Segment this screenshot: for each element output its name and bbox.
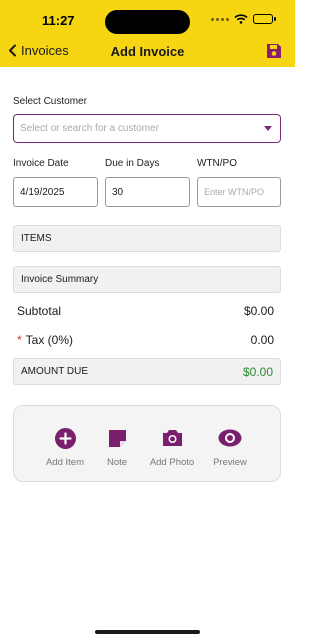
note-icon	[108, 429, 126, 447]
amount-due-value: $0.00	[242, 364, 273, 379]
plus-circle-icon	[54, 427, 76, 449]
tax-row-label: * Tax (0%)	[17, 333, 73, 347]
required-asterisk: *	[17, 333, 22, 347]
action-panel: Add Item Note Add Photo Preview	[13, 405, 281, 482]
due-days-label: Due in Days	[105, 158, 160, 169]
items-section[interactable]: ITEMS	[13, 225, 281, 252]
eye-icon	[218, 429, 242, 447]
app-header: 11:27 Invoices Add Invoice	[0, 0, 295, 67]
subtotal-label: Subtotal	[17, 304, 62, 318]
wifi-icon	[234, 14, 248, 24]
add-item-label: Add Item	[45, 457, 85, 468]
preview-label: Preview	[213, 457, 247, 468]
status-icons	[211, 14, 276, 24]
note-button[interactable]: Note	[87, 428, 147, 468]
tax-label: Tax (0%)	[25, 333, 74, 347]
home-indicator[interactable]	[95, 630, 200, 634]
page-title: Add Invoice	[110, 44, 185, 59]
subtotal-value: $0.00	[243, 304, 274, 318]
tax-value: 0.00	[250, 333, 274, 347]
note-label: Note	[106, 457, 128, 468]
due-days-field[interactable]: 30	[105, 177, 190, 207]
amount-due-row: AMOUNT DUE $0.00	[13, 358, 281, 385]
camera-icon	[162, 430, 182, 446]
items-heading: ITEMS	[21, 233, 52, 244]
wtn-field[interactable]: Enter WTN/PO	[197, 177, 281, 207]
status-time: 11:27	[42, 13, 75, 28]
invoice-summary-section: Invoice Summary	[13, 266, 281, 293]
amount-due-label: AMOUNT DUE	[21, 366, 89, 377]
battery-icon	[253, 14, 276, 24]
dynamic-island	[105, 10, 190, 34]
cellular-signal-icon	[211, 17, 229, 21]
add-photo-label: Add Photo	[149, 457, 195, 468]
invoice-date-label: Invoice Date	[13, 158, 69, 169]
preview-button[interactable]: Preview	[200, 428, 260, 468]
customer-label: Select Customer	[13, 96, 87, 107]
customer-select[interactable]: Select or search for a customer	[13, 114, 281, 143]
add-item-button[interactable]: Add Item	[35, 427, 95, 468]
add-photo-button[interactable]: Add Photo	[142, 428, 202, 468]
invoice-summary-heading: Invoice Summary	[21, 274, 99, 285]
save-icon[interactable]	[265, 42, 283, 60]
caret-down-icon	[264, 126, 272, 131]
customer-placeholder: Select or search for a customer	[20, 123, 159, 134]
wtn-label: WTN/PO	[197, 158, 237, 169]
invoice-date-field[interactable]: 4/19/2025	[13, 177, 98, 207]
